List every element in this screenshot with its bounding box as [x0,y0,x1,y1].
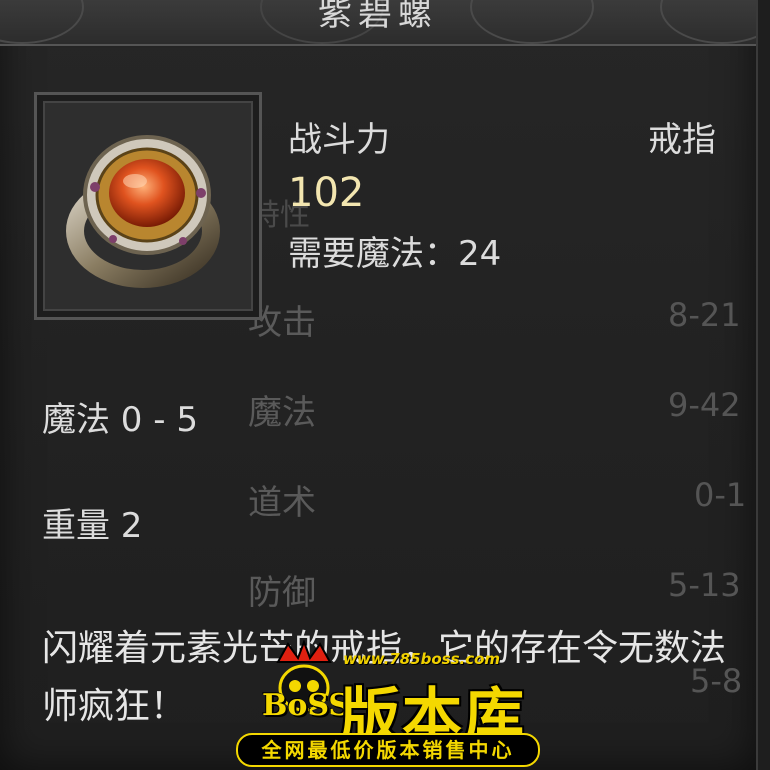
faded-stat-label: 魔法 [248,393,316,433]
magic-stat: 魔法 0 - 5 [42,400,198,440]
faded-stat-label: 道术 [248,483,316,523]
item-slot: 戒指 [648,120,716,160]
faded-stat-value: 8-21 [668,296,741,334]
watermark-tagline: 全网最低价版本销售中心 [236,733,540,767]
faded-stat-label: 防御 [248,573,316,613]
requirement-text: 需要魔法：24 [288,234,502,274]
item-name: 紫碧螺 [318,0,438,34]
power-label: 战斗力 [288,120,390,160]
watermark-url: www.785boss.com [343,650,501,668]
faded-stat-value: 0-1 [694,476,747,514]
weight-stat: 重量 2 [42,506,143,546]
faded-stat-value: 9-42 [668,386,741,424]
tooltip-title-bar: 紫碧螺 [0,0,756,46]
watermark-boss: BoSS [262,688,351,723]
ring-icon [66,135,220,288]
power-value: 102 [288,170,365,216]
faded-stat-value: 5-13 [668,566,741,604]
item-icon-frame [34,92,262,320]
